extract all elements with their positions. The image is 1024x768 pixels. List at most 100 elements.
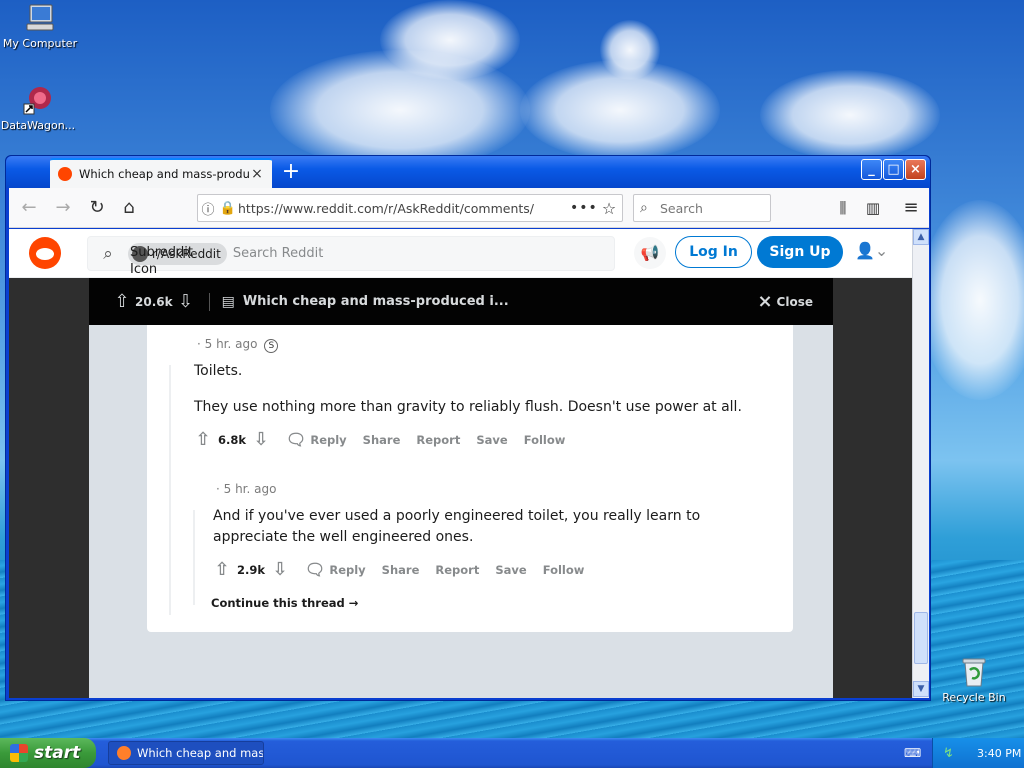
comment-paragraph: And if you've ever used a poorly enginee… xyxy=(213,508,701,545)
bookmark-star-icon[interactable]: ☆ xyxy=(596,199,622,218)
forward-button[interactable]: → xyxy=(51,196,75,220)
sign-up-button[interactable]: Sign Up xyxy=(757,236,843,268)
share-button[interactable]: Share xyxy=(363,433,401,447)
close-post-button[interactable]: × Close xyxy=(757,291,813,312)
title-bar: Which cheap and mass-produced i × + _ □ … xyxy=(6,156,930,188)
reply-button[interactable]: Reply xyxy=(310,433,346,447)
comment-actions: ⇧ 6.8k ⇩ 🗨 Reply Share Report Save Follo… xyxy=(192,429,581,450)
start-button[interactable]: start xyxy=(0,738,96,768)
reddit-search-bar[interactable]: ⌕ r/AskReddit Subreddit Icon Search Redd… xyxy=(87,236,615,277)
taskbar-window-label: Which cheap and mas... xyxy=(137,746,264,760)
reddit-search-placeholder: Search Reddit xyxy=(232,246,324,261)
advertise-icon[interactable]: 📢 xyxy=(634,237,666,269)
start-label: start xyxy=(34,743,81,763)
scroll-up-arrow-icon[interactable]: ▲ xyxy=(913,229,929,245)
desktop-icon-label: DataWagon... xyxy=(0,119,76,132)
web-page: ⌕ r/AskReddit Subreddit Icon Search Redd… xyxy=(9,229,912,698)
report-button[interactable]: Report xyxy=(416,433,460,447)
cloud xyxy=(920,200,1024,400)
subreddit-chip[interactable]: r/AskReddit Subreddit Icon xyxy=(128,242,227,277)
report-button[interactable]: Report xyxy=(435,563,479,577)
divider xyxy=(208,292,210,311)
network-icon[interactable]: ↯ xyxy=(943,746,957,761)
close-icon: × xyxy=(757,291,773,312)
scroll-down-arrow-icon[interactable]: ▼ xyxy=(913,681,929,697)
datawagon-icon xyxy=(22,84,54,116)
home-button[interactable]: ⌂ xyxy=(117,196,141,220)
minimize-button[interactable]: _ xyxy=(861,159,882,180)
downvote-icon[interactable]: ⇩ xyxy=(175,291,197,312)
save-button[interactable]: Save xyxy=(495,563,526,577)
browser-window: Which cheap and mass-produced i × + _ □ … xyxy=(5,155,931,701)
browser-tab[interactable]: Which cheap and mass-produced i × xyxy=(50,158,272,188)
reply-icon[interactable]: 🗨 xyxy=(286,430,306,449)
upvote-icon[interactable]: ⇧ xyxy=(211,559,233,580)
reload-button[interactable]: ↻ xyxy=(85,196,109,220)
share-button[interactable]: Share xyxy=(382,563,420,577)
search-icon: ⌕ xyxy=(103,243,113,264)
comment-card: · 5 hr. ago S Toilets. They use nothing … xyxy=(147,325,793,632)
arrow-right-icon: → xyxy=(348,596,359,610)
desktop-icon-recycle-bin[interactable]: Recycle Bin xyxy=(934,656,1014,704)
reddit-logo-icon[interactable] xyxy=(29,237,61,269)
taskbar: start Which cheap and mas... ⌨ ↯ 3:40 PM xyxy=(0,738,1024,768)
url-text[interactable]: https://www.reddit.com/r/AskReddit/comme… xyxy=(238,201,570,216)
post-vote-count: 20.6k xyxy=(135,294,173,309)
scroll-thumb[interactable] xyxy=(914,612,928,664)
comment-actions: ⇧ 2.9k ⇩ 🗨 Reply Share Report Save Follo… xyxy=(211,559,600,580)
log-in-button[interactable]: Log In xyxy=(675,236,752,268)
reddit-header: ⌕ r/AskReddit Subreddit Icon Search Redd… xyxy=(9,229,912,278)
upvote-icon[interactable]: ⇧ xyxy=(111,291,133,312)
windows-logo-icon xyxy=(10,744,28,762)
desktop-icon-my-computer[interactable]: My Computer xyxy=(0,2,80,50)
recycle-bin-icon xyxy=(958,656,990,688)
close-label: Close xyxy=(776,294,813,309)
desktop-icon-datawagon[interactable]: DataWagon... xyxy=(0,84,78,132)
clock[interactable]: 3:40 PM xyxy=(977,747,1021,760)
comment-timestamp: · 5 hr. ago xyxy=(216,482,277,496)
thread-line xyxy=(193,510,195,605)
system-tray: ↯ 3:40 PM xyxy=(932,738,1024,768)
search-placeholder: Search xyxy=(660,200,703,216)
continue-thread-link[interactable]: Continue this thread → xyxy=(211,596,358,610)
navigation-toolbar: ← → ↻ ⌂ ⓘ 🔒 https://www.reddit.com/r/Ask… xyxy=(9,188,929,228)
tab-title: Which cheap and mass-produced i xyxy=(79,167,250,181)
menu-icon[interactable]: ≡ xyxy=(899,196,923,220)
cloud xyxy=(760,70,940,160)
desktop-icon-label: Recycle Bin xyxy=(942,691,1006,704)
keyboard-icon[interactable]: ⌨ xyxy=(904,746,921,760)
info-icon[interactable]: ⓘ xyxy=(198,199,218,218)
post-header-bar: ⇧ 20.6k ⇩ ▤ Which cheap and mass-produce… xyxy=(89,278,833,325)
thread-line xyxy=(169,365,171,615)
window-close-button[interactable]: × xyxy=(905,159,926,180)
post-title[interactable]: Which cheap and mass-produced i... xyxy=(243,294,758,309)
taskbar-window-button[interactable]: Which cheap and mas... xyxy=(108,741,264,765)
cloud xyxy=(600,20,660,80)
new-tab-button[interactable]: + xyxy=(278,159,304,185)
sidebar-icon[interactable]: ▥ xyxy=(861,196,885,220)
back-button[interactable]: ← xyxy=(17,196,41,220)
award-icon: S xyxy=(264,339,279,353)
tab-close-icon[interactable]: × xyxy=(250,166,264,182)
page-actions-icon[interactable]: ••• xyxy=(570,200,597,216)
url-bar[interactable]: ⓘ 🔒 https://www.reddit.com/r/AskReddit/c… xyxy=(197,194,623,222)
follow-button[interactable]: Follow xyxy=(524,433,566,447)
maximize-button[interactable]: □ xyxy=(883,159,904,180)
follow-button[interactable]: Follow xyxy=(543,563,585,577)
downvote-icon[interactable]: ⇩ xyxy=(269,559,291,580)
user-menu-icon[interactable]: 👤⌄ xyxy=(855,241,895,265)
browser-search-field[interactable]: ⌕ Search xyxy=(633,194,771,222)
vertical-scrollbar[interactable]: ▲ ▼ xyxy=(912,229,929,698)
reply-button[interactable]: Reply xyxy=(329,563,365,577)
library-icon[interactable]: ⫼ xyxy=(831,196,855,220)
save-button[interactable]: Save xyxy=(476,433,507,447)
comment-vote-count: 2.9k xyxy=(237,562,266,577)
downvote-icon[interactable]: ⇩ xyxy=(250,429,272,450)
lock-warning-icon[interactable]: 🔒 xyxy=(218,201,238,216)
cloud xyxy=(380,0,520,80)
reply-icon[interactable]: 🗨 xyxy=(305,560,325,579)
upvote-icon[interactable]: ⇧ xyxy=(192,429,214,450)
desktop-icon-label: My Computer xyxy=(2,37,78,50)
post-icon: ▤ xyxy=(221,293,235,310)
computer-icon xyxy=(24,2,56,34)
